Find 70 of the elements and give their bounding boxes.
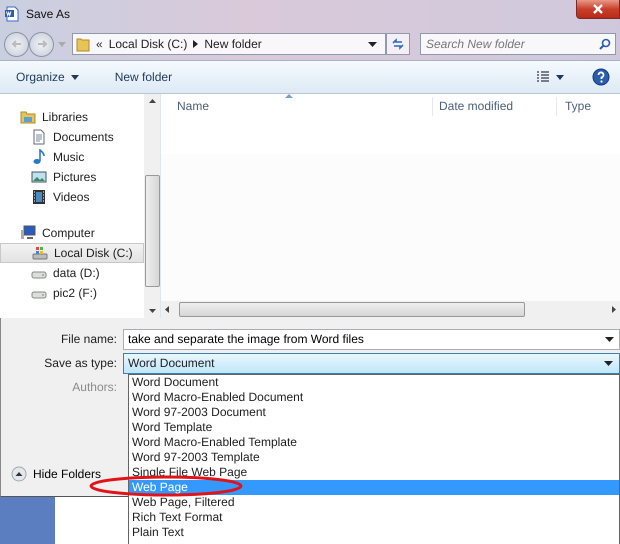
nav-item[interactable]: Local Disk (C:) (0, 243, 144, 263)
hard-drive-icon (31, 271, 47, 279)
refresh-arrows-icon (391, 38, 405, 50)
hard-drive-icon (31, 291, 47, 299)
dropdown-option[interactable]: Word Macro-Enabled Template (129, 435, 619, 450)
scroll-left-arrow-icon[interactable] (165, 306, 169, 313)
dropdown-option[interactable]: Word 97-2003 Template (129, 450, 619, 465)
forward-button[interactable] (29, 32, 54, 56)
document-icon (31, 129, 47, 145)
window-title: Save As (26, 7, 70, 21)
scroll-right-arrow-icon[interactable] (612, 306, 616, 313)
hide-folders-button[interactable]: Hide Folders (11, 466, 102, 482)
dropdown-option[interactable]: Word Template (129, 420, 619, 435)
back-arrow-icon (10, 38, 22, 50)
dropdown-option[interactable]: Rich Text Format (129, 510, 619, 525)
scroll-up-arrow-icon[interactable] (148, 99, 156, 103)
computer-monitor-icon (20, 225, 36, 241)
folder-icon (76, 36, 90, 52)
sort-arrow-icon (285, 94, 293, 98)
breadcrumb-arrow-icon[interactable] (193, 40, 198, 48)
dropdown-option[interactable]: Plain Text (129, 525, 619, 540)
close-icon (592, 4, 604, 14)
nav-item[interactable]: Videos (0, 187, 144, 207)
nav-item[interactable]: Pictures (0, 167, 144, 187)
vertical-scrollbar[interactable] (144, 94, 160, 318)
horizontal-scrollbar[interactable] (161, 301, 620, 318)
music-note-icon (31, 149, 47, 165)
dropdown-arrow-icon (605, 336, 614, 342)
nav-item[interactable]: Music (0, 147, 144, 167)
dropdown-option[interactable]: Word Macro-Enabled Document (129, 390, 619, 405)
help-icon[interactable] (592, 68, 610, 86)
field-label: Save as type: (43, 356, 118, 370)
dropdown-option[interactable]: Web Page, Filtered (129, 495, 619, 510)
field-label: File name: (60, 332, 118, 346)
scroll-down-arrow-icon[interactable] (148, 309, 156, 313)
caret-icon[interactable] (556, 74, 564, 80)
caret-icon (70, 74, 79, 80)
landscape-image-icon (31, 169, 47, 185)
nav-item[interactable]: Computer (0, 223, 144, 243)
file-name-field[interactable]: take and separate the image from Word files (123, 328, 620, 350)
address-bar[interactable]: « Local Disk (C:) New folder (72, 33, 386, 55)
nav-item[interactable]: Libraries (0, 107, 144, 127)
close-button[interactable] (576, 0, 620, 19)
nav-item[interactable]: Documents (0, 127, 144, 147)
breadcrumb-item[interactable]: Local Disk (C:) (108, 37, 188, 51)
dropdown-option[interactable]: Word 97-2003 Document (129, 405, 619, 420)
search-field[interactable]: Search New folder (420, 33, 616, 55)
field-label: Authors: (71, 380, 118, 394)
library-folder-icon (20, 109, 36, 125)
scroll-thumb[interactable] (144, 175, 160, 287)
overflow-chevron[interactable]: « (96, 37, 103, 51)
dropdown-option[interactable]: Word Document (129, 375, 619, 390)
scroll-thumb[interactable] (179, 302, 525, 317)
dropdown-arrow-icon[interactable] (368, 42, 377, 46)
save-type-dropdown[interactable]: Word Document (123, 352, 620, 374)
nav-item[interactable]: data (D:) (0, 263, 144, 283)
forward-arrow-icon (36, 38, 48, 50)
nav-item[interactable]: pic2 (F:) (0, 283, 144, 303)
view-list-icon[interactable] (536, 71, 550, 83)
word-document-icon (4, 6, 20, 22)
breadcrumb-item[interactable]: New folder (204, 37, 262, 51)
back-button[interactable] (4, 32, 29, 56)
column-header[interactable]: Type (557, 97, 620, 116)
dropdown-arrow-icon (604, 360, 613, 366)
toolbar-button[interactable]: Organize (12, 68, 83, 86)
film-strip-icon (31, 189, 47, 205)
windows-drive-icon (32, 245, 48, 261)
search-icon (599, 38, 611, 50)
refresh-button[interactable] (386, 33, 410, 55)
toolbar-button[interactable]: New folder (110, 68, 176, 86)
